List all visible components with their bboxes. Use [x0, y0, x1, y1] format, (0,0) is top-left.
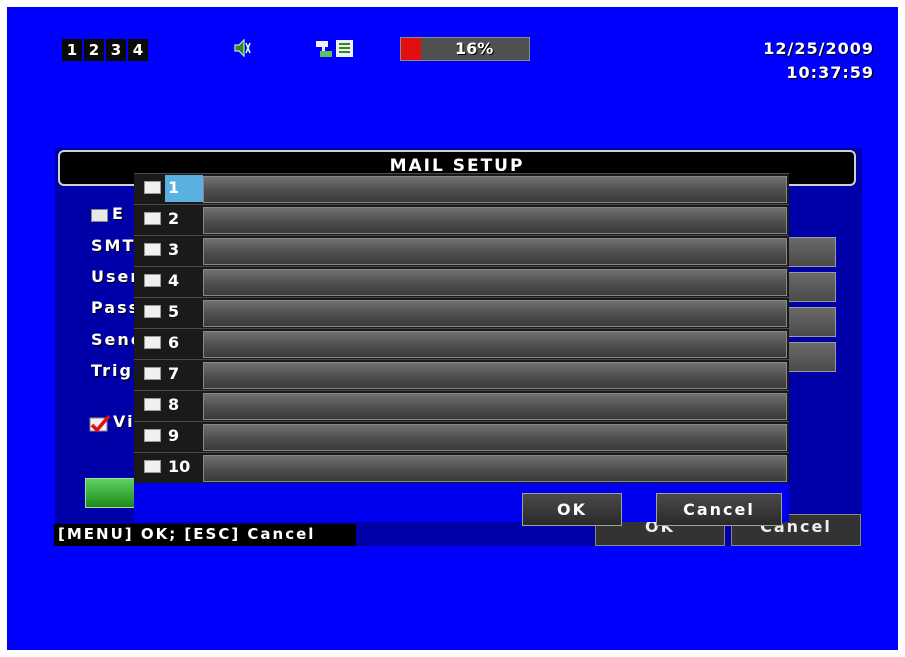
item-checkbox[interactable]: [144, 274, 161, 287]
user-field[interactable]: [787, 272, 836, 302]
list-item[interactable]: 5: [134, 297, 789, 328]
list-item[interactable]: 9: [134, 421, 789, 452]
smtp-label: SMT: [91, 236, 136, 255]
list-item[interactable]: 10: [134, 452, 789, 483]
dvr-screen: 1 2 3 4 16% 12/25/2009 10:37:59 MAIL SET…: [7, 7, 898, 650]
list-popup: 1 2 3 4 5 6 7 8 9 10 OK Cancel: [134, 173, 789, 526]
channel-1-indicator[interactable]: 1: [62, 39, 82, 61]
item-number: 8: [168, 395, 180, 414]
enable-checkbox[interactable]: [91, 209, 108, 222]
item-number: 6: [168, 333, 180, 352]
network-icon: [316, 40, 353, 57]
list-item[interactable]: 4: [134, 266, 789, 297]
item-checkbox[interactable]: [144, 367, 161, 380]
item-value-field[interactable]: [203, 176, 787, 203]
item-number: 1: [165, 175, 203, 202]
item-checkbox[interactable]: [144, 460, 161, 473]
channel-indicators: 1 2 3 4: [62, 39, 148, 61]
item-checkbox[interactable]: [144, 336, 161, 349]
item-checkbox[interactable]: [144, 305, 161, 318]
item-value-field[interactable]: [203, 424, 787, 451]
item-number: 9: [168, 426, 180, 445]
item-checkbox[interactable]: [144, 181, 161, 194]
list-item[interactable]: 1: [134, 173, 789, 204]
item-number: 5: [168, 302, 180, 321]
list-item[interactable]: 3: [134, 235, 789, 266]
enable-label: E: [112, 204, 125, 223]
popup-ok-button[interactable]: OK: [522, 493, 622, 526]
item-value-field[interactable]: [203, 238, 787, 265]
item-checkbox[interactable]: [144, 243, 161, 256]
popup-cancel-button[interactable]: Cancel: [656, 493, 782, 526]
channel-3-indicator[interactable]: 3: [106, 39, 126, 61]
item-checkbox[interactable]: [144, 398, 161, 411]
list-item[interactable]: 6: [134, 328, 789, 359]
item-number: 4: [168, 271, 180, 290]
item-value-field[interactable]: [203, 362, 787, 389]
trigger-label: Trig: [91, 361, 133, 380]
item-value-field[interactable]: [203, 269, 787, 296]
time-display: 10:37:59: [786, 63, 874, 82]
list-item[interactable]: 2: [134, 204, 789, 235]
list-item[interactable]: 8: [134, 390, 789, 421]
date-display: 12/25/2009: [763, 39, 874, 58]
channel-2-indicator[interactable]: 2: [84, 39, 104, 61]
channel-4-indicator[interactable]: 4: [128, 39, 148, 61]
item-value-field[interactable]: [203, 331, 787, 358]
user-label: User: [91, 267, 141, 286]
speaker-icon: [232, 37, 252, 59]
hdd-usage-bar: 16%: [400, 37, 530, 61]
item-value-field[interactable]: [203, 393, 787, 420]
item-checkbox[interactable]: [144, 429, 161, 442]
hdd-usage-fill: [401, 38, 422, 60]
item-number: 2: [168, 209, 180, 228]
video-label: Vi: [113, 412, 135, 431]
item-number: 10: [168, 457, 191, 476]
sender-field[interactable]: [787, 342, 836, 372]
hdd-usage-text: 16%: [455, 39, 494, 58]
item-value-field[interactable]: [203, 207, 787, 234]
item-number: 3: [168, 240, 180, 259]
checked-checkbox-icon[interactable]: [89, 415, 111, 433]
item-value-field[interactable]: [203, 455, 787, 482]
password-label: Pass: [91, 298, 141, 317]
smtp-field[interactable]: [787, 237, 836, 267]
item-value-field[interactable]: [203, 300, 787, 327]
key-hint: [MENU] OK; [ESC] Cancel: [54, 524, 356, 546]
item-number: 7: [168, 364, 180, 383]
password-field[interactable]: [787, 307, 836, 337]
list-item[interactable]: 7: [134, 359, 789, 390]
item-checkbox[interactable]: [144, 212, 161, 225]
